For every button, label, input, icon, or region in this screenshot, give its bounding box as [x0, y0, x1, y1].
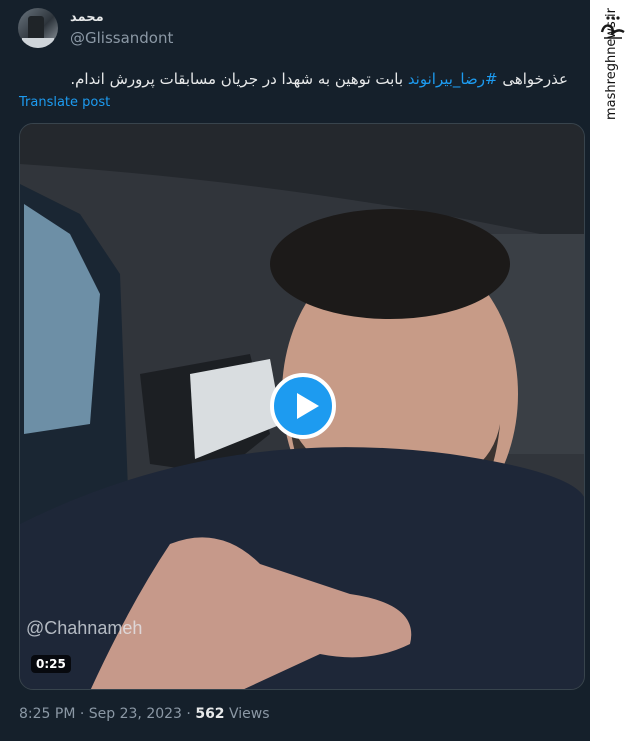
hashtag-link[interactable]: #رضا_بیرانوند — [408, 70, 498, 88]
post-date[interactable]: Sep 23, 2023 — [89, 706, 182, 722]
play-icon[interactable] — [270, 373, 336, 439]
post-metadata: 8:25 PM · Sep 23, 2023 · 562 Views — [19, 706, 270, 722]
tweet-card: محمد @Glissandont عذرخواهی #رضا_بیرانوند… — [0, 0, 590, 741]
news-branding-strip: mashreghnews.ir — [590, 0, 634, 741]
author-handle[interactable]: @Glissandont — [70, 29, 173, 47]
video-duration-badge: 0:25 — [31, 655, 71, 673]
translate-post-link[interactable]: Translate post — [19, 95, 110, 110]
video-watermark: @Chahnameh — [26, 618, 143, 638]
video-player[interactable]: @Chahnameh 0:25 — [19, 123, 585, 690]
views-count: 562 — [195, 706, 225, 722]
post-time[interactable]: 8:25 PM — [19, 706, 75, 722]
meta-separator: · — [186, 706, 191, 722]
tweet-text: عذرخواهی #رضا_بیرانوند بابت توهین به شهد… — [8, 69, 568, 89]
meta-separator: · — [79, 706, 85, 722]
tweet-text-after: بابت توهین به شهدا در جریان مسابقات پرور… — [70, 70, 408, 88]
author-display-name[interactable]: محمد — [70, 10, 104, 25]
views-label: Views — [229, 706, 270, 722]
tweet-text-before: عذرخواهی — [497, 70, 568, 88]
avatar[interactable] — [18, 8, 58, 48]
